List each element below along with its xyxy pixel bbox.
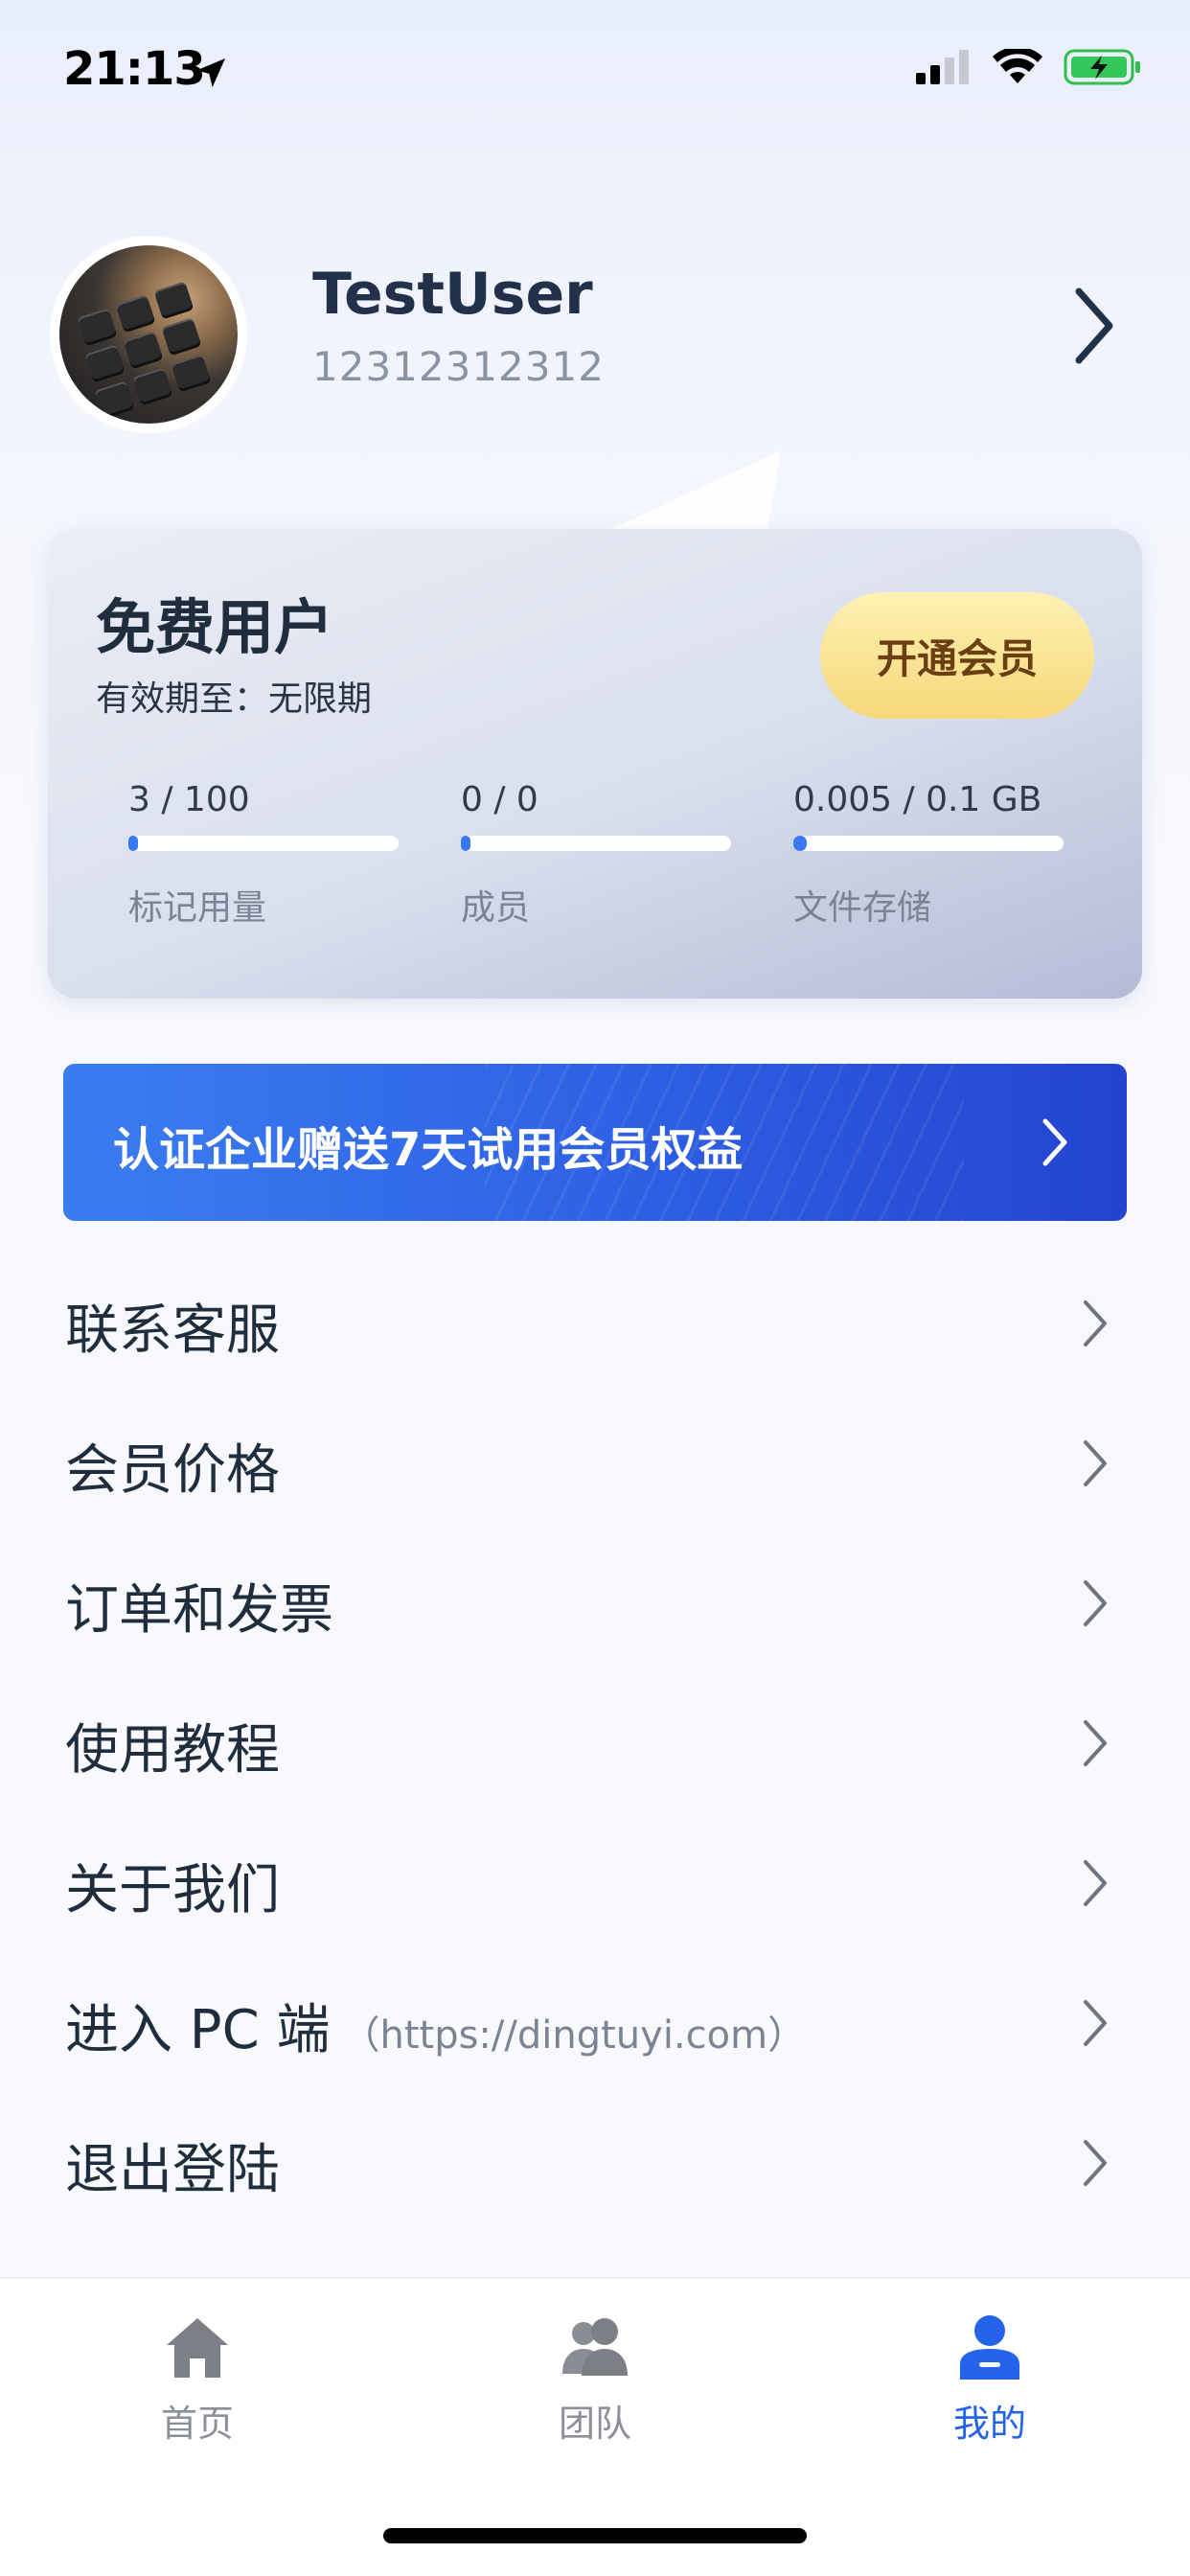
tab-team[interactable]: 团队: [499, 2310, 691, 2447]
wifi-icon: [993, 49, 1042, 83]
user-name: TestUser: [312, 261, 593, 328]
progress-fill: [128, 836, 138, 851]
chevron-right-icon: [1084, 1720, 1107, 1766]
stat-value: 0 / 0: [461, 780, 538, 819]
menu-item-label: 退出登陆: [65, 2139, 280, 2201]
tab-label: 团队: [558, 2403, 631, 2445]
menu-item-label: 进入 PC 端: [65, 1999, 331, 2061]
promo-banner[interactable]: 认证企业赠送7天试用会员权益: [63, 1064, 1127, 1221]
menu-item-label: 订单和发票: [65, 1579, 333, 1642]
settings-menu: 联系客服 会员价格 订单和发票 使用教程 关于我们 进入 PC 端（https:…: [0, 1251, 1190, 2230]
user-phone: 12312312312: [312, 343, 605, 390]
stat-value: 0.005 / 0.1 GB: [793, 780, 1042, 819]
progress-fill: [793, 836, 808, 851]
progress-bar: [793, 836, 1064, 851]
status-bar: 21:13: [0, 0, 1190, 144]
membership-card: 免费用户 有效期至：无限期 开通会员 3 / 100 标记用量 0 / 0 成员…: [48, 529, 1142, 999]
chevron-right-icon: [1084, 2000, 1107, 2046]
home-icon: [102, 2310, 293, 2386]
upgrade-membership-button[interactable]: 开通会员: [820, 592, 1094, 719]
menu-item-membership-pricing[interactable]: 会员价格: [0, 1391, 1190, 1530]
status-time: 21:13: [63, 42, 206, 96]
promo-text: 认证企业赠送7天试用会员权益: [113, 1123, 744, 1177]
pc-site-url: （https://dingtuyi.com）: [341, 2013, 807, 2058]
progress-bar: [461, 836, 731, 851]
chevron-right-icon[interactable]: [1071, 286, 1117, 370]
membership-tier: 免费用户: [96, 592, 334, 662]
tab-profile[interactable]: 我的: [894, 2310, 1086, 2447]
profile-icon: [894, 2310, 1086, 2386]
menu-item-pc-site[interactable]: 进入 PC 端（https://dingtuyi.com）: [0, 1950, 1190, 2090]
chevron-right-icon: [1084, 1580, 1107, 1626]
stat-markers: 3 / 100 标记用量: [128, 780, 399, 930]
menu-item-orders-invoices[interactable]: 订单和发票: [0, 1530, 1190, 1670]
menu-item-contact-support[interactable]: 联系客服: [0, 1251, 1190, 1391]
progress-fill: [461, 836, 470, 851]
stat-label: 标记用量: [128, 888, 267, 928]
chevron-right-icon: [1041, 1117, 1069, 1171]
stat-value: 3 / 100: [128, 780, 250, 819]
stat-label: 文件存储: [793, 888, 932, 928]
stat-members: 0 / 0 成员: [461, 780, 731, 930]
battery-charging-icon: [1064, 49, 1140, 85]
progress-bar: [128, 836, 399, 851]
menu-item-label: 使用教程: [65, 1719, 280, 1782]
menu-item-label: 会员价格: [65, 1439, 280, 1502]
stat-label: 成员: [461, 888, 531, 928]
tab-label: 我的: [952, 2403, 1026, 2445]
status-right: [916, 48, 1142, 86]
menu-item-logout[interactable]: 退出登陆: [0, 2090, 1190, 2230]
home-indicator: [383, 2528, 807, 2543]
paper-plane-decoration: [594, 450, 781, 537]
tab-label: 首页: [160, 2403, 234, 2445]
team-icon: [499, 2310, 691, 2386]
chevron-right-icon: [1084, 1440, 1107, 1486]
menu-item-label: 联系客服: [65, 1300, 280, 1362]
menu-item-about-us[interactable]: 关于我们: [0, 1810, 1190, 1950]
menu-item-label: 关于我们: [65, 1859, 280, 1921]
profile-header[interactable]: TestUser 12312312312: [0, 230, 1190, 441]
chevron-right-icon: [1084, 2140, 1107, 2186]
membership-validity: 有效期至：无限期: [96, 679, 373, 719]
signal-icon: [916, 50, 969, 84]
stat-storage: 0.005 / 0.1 GB 文件存储: [793, 780, 1064, 930]
location-arrow-icon: [192, 54, 230, 96]
chevron-right-icon: [1084, 1300, 1107, 1346]
tab-home[interactable]: 首页: [102, 2310, 293, 2447]
chevron-right-icon: [1084, 1860, 1107, 1906]
avatar[interactable]: [50, 236, 247, 433]
menu-item-tutorial[interactable]: 使用教程: [0, 1670, 1190, 1810]
keyboard-photo-avatar: [59, 245, 238, 424]
